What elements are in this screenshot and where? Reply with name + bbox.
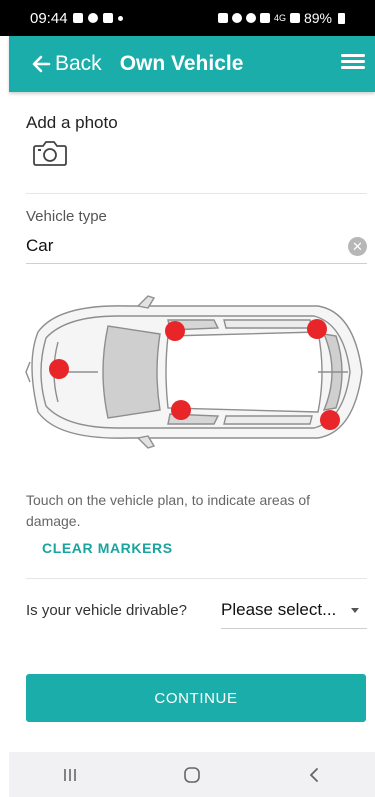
camera-icon[interactable] bbox=[33, 140, 67, 166]
system-nav-bar bbox=[9, 752, 375, 797]
status-right: 4G 89% bbox=[217, 10, 345, 26]
divider bbox=[26, 193, 367, 194]
drivable-select[interactable]: Please select... bbox=[221, 600, 367, 629]
bluetooth-icon bbox=[245, 13, 256, 23]
add-photo-label: Add a photo bbox=[26, 113, 118, 132]
vehicle-type-underline bbox=[26, 263, 367, 264]
clock-icon bbox=[231, 13, 242, 23]
back-button[interactable]: Back bbox=[31, 52, 102, 76]
damage-marker[interactable] bbox=[171, 400, 191, 420]
car-outline bbox=[25, 295, 363, 449]
damage-marker[interactable] bbox=[307, 319, 327, 339]
system-back-button[interactable] bbox=[294, 760, 334, 790]
divider bbox=[26, 578, 367, 579]
location-icon bbox=[87, 13, 98, 23]
home-button[interactable] bbox=[172, 760, 212, 790]
status-bar: 09:44 4G 89% bbox=[0, 0, 375, 36]
vehicle-type-label: Vehicle type bbox=[26, 208, 107, 225]
battery-percent: 89% bbox=[303, 10, 332, 26]
app-bar: Back Own Vehicle bbox=[9, 36, 375, 92]
damage-marker[interactable] bbox=[165, 321, 185, 341]
notification-dot-icon bbox=[117, 15, 123, 21]
close-icon: ✕ bbox=[352, 239, 363, 254]
network-type: 4G bbox=[273, 13, 286, 23]
dropdown-caret-icon bbox=[351, 608, 359, 613]
signal-icon bbox=[289, 13, 300, 23]
home-icon bbox=[184, 766, 200, 783]
page-title: Own Vehicle bbox=[119, 52, 244, 75]
alarm-icon bbox=[217, 13, 228, 23]
back-arrow-icon bbox=[32, 55, 51, 73]
recent-apps-icon bbox=[64, 768, 76, 781]
vehicle-type-input[interactable]: Car bbox=[26, 236, 53, 256]
hamburger-icon bbox=[341, 54, 365, 69]
drivable-select-value: Please select... bbox=[221, 600, 337, 619]
status-left: 09:44 bbox=[30, 10, 123, 27]
mail-icon bbox=[102, 13, 113, 23]
menu-button[interactable] bbox=[341, 54, 365, 72]
mute-icon bbox=[259, 13, 270, 23]
battery-icon bbox=[338, 12, 345, 24]
clear-vehicle-type-button[interactable]: ✕ bbox=[348, 237, 367, 256]
chevron-left-icon bbox=[309, 767, 318, 782]
gallery-icon bbox=[72, 13, 83, 23]
recent-apps-button[interactable] bbox=[50, 760, 90, 790]
vehicle-plan[interactable] bbox=[18, 292, 368, 452]
status-time: 09:44 bbox=[30, 9, 68, 27]
drivable-label: Is your vehicle drivable? bbox=[26, 602, 187, 619]
damage-marker[interactable] bbox=[320, 410, 340, 430]
clear-markers-button[interactable]: CLEAR MARKERS bbox=[42, 540, 173, 556]
damage-hint: Touch on the vehicle plan, to indicate a… bbox=[26, 492, 311, 529]
damage-marker[interactable] bbox=[49, 359, 69, 379]
continue-button[interactable]: CONTINUE bbox=[26, 674, 366, 722]
back-label: Back bbox=[55, 52, 102, 75]
